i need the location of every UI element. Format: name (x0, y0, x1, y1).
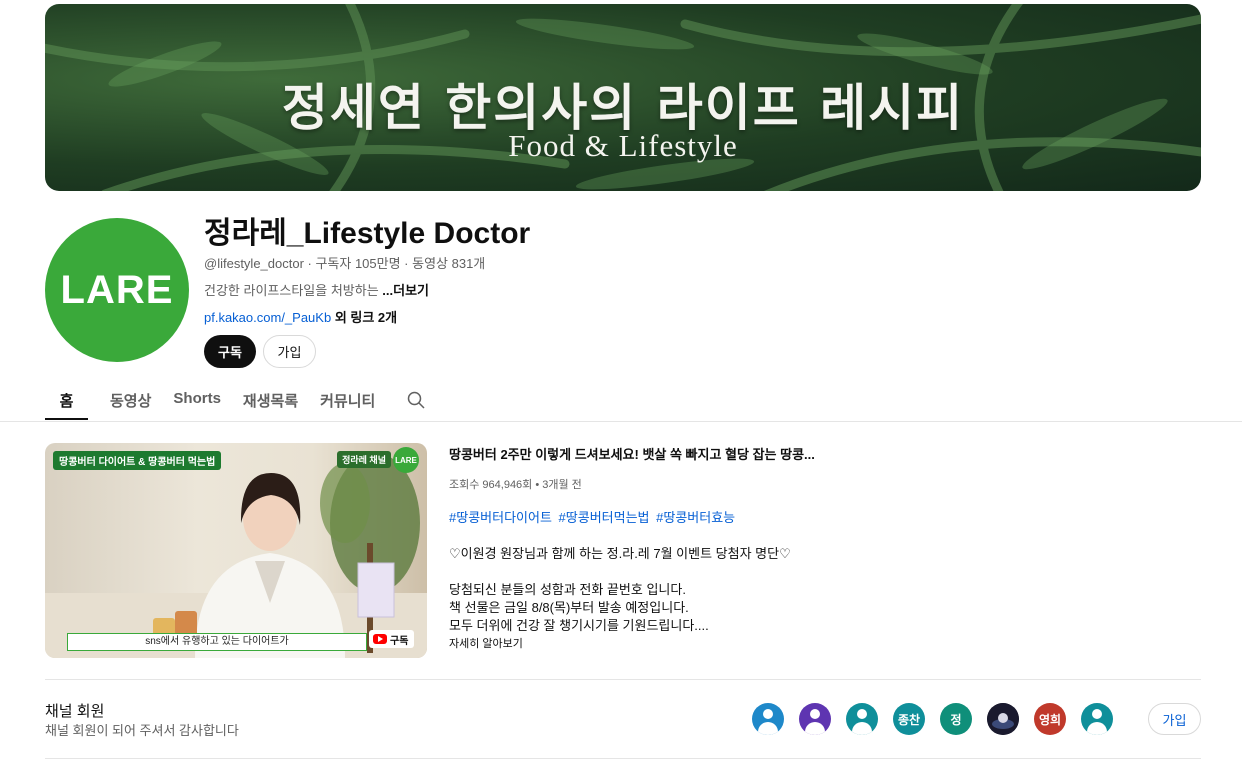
member-avatar[interactable] (987, 703, 1019, 735)
external-link[interactable]: pf.kakao.com/_PauKb (204, 310, 331, 325)
tab-search[interactable] (405, 378, 427, 420)
member-avatars: 종찬 정 영희 (752, 703, 1113, 735)
hashtag-link[interactable]: #땅콩버터다이어트 (449, 510, 552, 525)
tab-community[interactable]: 커뮤니티 (320, 378, 375, 420)
tab-videos[interactable]: 동영상 (110, 378, 151, 420)
featured-video-thumbnail[interactable]: 땅콩버터 다이어트 & 땅콩버터 먹는법 정라레 채널 LARE sns에서 유… (45, 443, 427, 658)
channel-meta: @lifestyle_doctor · 구독자 105만명 · 동영상 831개 (204, 256, 486, 271)
member-avatar[interactable] (846, 703, 878, 735)
featured-video-meta: 조회수 964,946회 • 3개월 전 (449, 479, 582, 491)
member-avatar[interactable] (1081, 703, 1113, 735)
hashtag-link[interactable]: #땅콩버터먹는법 (559, 510, 650, 525)
channel-tabs: 홈 동영상 Shorts 재생목록 커뮤니티 (45, 378, 449, 422)
description-text: 건강한 라이프스타일을 처방하는 (204, 283, 379, 298)
description-line: 모두 더위에 건강 잘 챙기시기를 기원드립니다.... (449, 618, 709, 633)
thumbnail-caption: sns에서 유행하고 있는 다이어트가 (67, 633, 367, 651)
banner-subtitle: Food & Lifestyle (508, 128, 738, 163)
thumbnail-scene (45, 453, 427, 658)
thumbnail-channel-label: 정라레 채널 (337, 451, 391, 468)
join-button[interactable]: 가입 (263, 335, 316, 368)
thumbnail-subscribe-badge: 구독 (369, 630, 415, 648)
membership-subtitle: 채널 회원이 되어 주셔서 감사합니다 (45, 723, 239, 738)
member-avatar[interactable]: 영희 (1034, 703, 1066, 735)
channel-description[interactable]: 건강한 라이프스타일을 처방하는 ...더보기 (204, 280, 429, 299)
hashtag-link[interactable]: #땅콩버터효능 (656, 510, 735, 525)
subscribe-button[interactable]: 구독 (204, 335, 256, 368)
person-icon-body (852, 722, 872, 735)
description-line: ♡이원경 원장님과 함께 하는 정.라.레 7월 이벤트 당첨자 명단♡ (449, 546, 791, 561)
avatar-logo-text: LARE (60, 267, 174, 312)
person-icon-body (1087, 722, 1107, 735)
person-icon (810, 709, 820, 719)
person-icon (1092, 709, 1102, 719)
more-links[interactable]: 외 링크 2개 (335, 310, 397, 325)
membership-title: 채널 회원 (45, 703, 105, 720)
tab-shorts[interactable]: Shorts (173, 378, 221, 420)
channel-banner: 정세연 한의사의 라이프 레시피 Food & Lifestyle (45, 4, 1201, 191)
tab-playlists[interactable]: 재생목록 (243, 378, 298, 420)
section-divider (45, 679, 1201, 680)
person-icon-body (805, 722, 825, 735)
description-line: 책 선물은 금일 8/8(목)부터 발송 예정입니다. (449, 600, 689, 615)
play-icon (373, 634, 387, 644)
hashtags: #땅콩버터다이어트 #땅콩버터먹는법 #땅콩버터효능 (449, 507, 738, 526)
member-avatar[interactable]: 정 (940, 703, 972, 735)
thumbnail-logo: LARE (393, 447, 419, 473)
read-more-link[interactable]: 자세히 알아보기 (449, 635, 523, 651)
tabs-divider (0, 421, 1242, 422)
channel-links: pf.kakao.com/_PauKb 외 링크 2개 (204, 307, 397, 326)
featured-video-title[interactable]: 땅콩버터 2주만 이렇게 드셔보세요! 뱃살 쏙 빠지고 혈당 잡는 땅콩... (449, 444, 829, 463)
section-divider (45, 758, 1201, 759)
tab-home[interactable]: 홈 (45, 378, 88, 420)
channel-avatar[interactable]: LARE (45, 218, 189, 362)
thumbnail-subscribe-text: 구독 (390, 635, 409, 647)
channel-name: 정라레_Lifestyle Doctor (204, 217, 531, 250)
member-avatar[interactable]: 종찬 (893, 703, 925, 735)
thumbnail-tag: 땅콩버터 다이어트 & 땅콩버터 먹는법 (53, 451, 222, 470)
member-initial: 종찬 (897, 712, 921, 727)
member-avatar[interactable] (799, 703, 831, 735)
member-photo (987, 703, 1019, 735)
person-icon (857, 709, 867, 719)
person-icon (763, 709, 773, 719)
member-initial: 정 (950, 712, 962, 727)
membership-join-button[interactable]: 가입 (1148, 703, 1201, 735)
member-initial: 영희 (1038, 712, 1062, 727)
search-icon (408, 391, 425, 409)
member-avatar[interactable] (752, 703, 784, 735)
person-icon-body (758, 722, 778, 735)
description-line: 당첨되신 분들의 성함과 전화 끝번호 입니다. (449, 582, 686, 597)
more-link[interactable]: ...더보기 (382, 283, 429, 298)
